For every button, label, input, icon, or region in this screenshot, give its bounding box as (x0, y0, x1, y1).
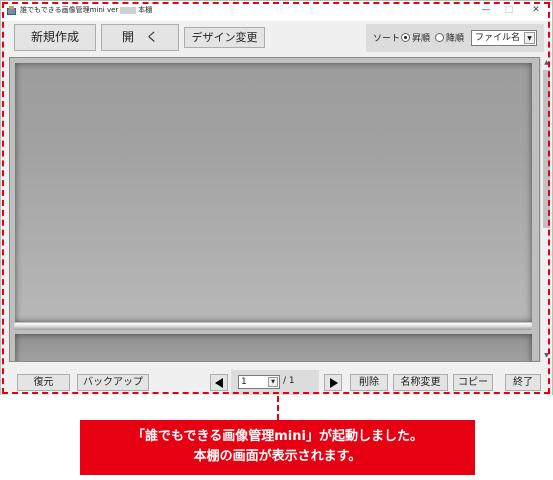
callout-box: 「誰でもできる画像管理mini」が起動しました。 本棚の画面が表示されます。 (80, 420, 475, 475)
sort-field-select[interactable]: ファイル名 ▼ (471, 30, 537, 46)
app-icon (7, 6, 16, 15)
open-button[interactable]: 開 く (101, 24, 179, 51)
app-window: 誰でもできる画像管理mini ver 本棚 — □ ✕ 新規作成 開 く デザイン… (0, 0, 553, 395)
restore-button[interactable]: 復元 (17, 374, 70, 391)
scroll-thumb[interactable] (543, 70, 550, 228)
backup-button[interactable]: バックアップ (77, 374, 149, 391)
page-select-value: 1 (241, 377, 247, 387)
window-title-text: 誰でもできる画像管理mini ver (20, 6, 119, 14)
exit-button[interactable]: 終了 (505, 374, 541, 391)
callout-line-1: 「誰でもできる画像管理mini」が起動しました。 (132, 429, 423, 444)
shelf-lower-compartment (15, 334, 532, 361)
version-mask (120, 6, 137, 14)
next-page-button[interactable] (324, 374, 342, 391)
close-button[interactable]: ✕ (527, 3, 545, 18)
sort-ascending-label[interactable]: 昇順 (412, 31, 430, 44)
rename-button[interactable]: 名称変更 (393, 374, 448, 391)
title-bar: 誰でもできる画像管理mini ver 本棚 — □ ✕ (1, 1, 552, 21)
callout-line-2: 本棚の画面が表示されます。 (193, 449, 362, 464)
scroll-up-icon[interactable]: ▲ (541, 57, 552, 69)
triangle-right-icon (330, 378, 338, 388)
sort-descending-radio[interactable] (435, 33, 444, 42)
scroll-down-icon[interactable]: ▼ (541, 350, 552, 362)
bookshelf-view[interactable] (9, 57, 540, 362)
chevron-down-icon[interactable]: ▼ (524, 32, 535, 44)
window-title: 誰でもできる画像管理mini ver 本棚 (20, 5, 152, 15)
sort-panel: ソート 昇順 降順 ファイル名 ▼ (366, 24, 544, 52)
delete-button[interactable]: 削除 (350, 374, 388, 391)
bottom-bar: 復元 バックアップ 1 ▼ / 1 削除 名称変更 コピー 終了 (1, 365, 552, 395)
shelf-upper-compartment (15, 63, 532, 322)
new-button[interactable]: 新規作成 (14, 24, 96, 51)
shelf-board (14, 323, 532, 330)
triangle-left-icon (215, 378, 223, 388)
sort-field-value: ファイル名 (475, 33, 521, 43)
sort-ascending-radio[interactable] (401, 33, 410, 42)
prev-page-button[interactable] (210, 374, 228, 391)
minimize-button[interactable]: — (477, 3, 495, 18)
page-select[interactable]: 1 ▼ (238, 375, 280, 389)
maximize-button[interactable]: □ (500, 3, 518, 18)
sort-label: ソート (373, 34, 401, 44)
sort-descending-label[interactable]: 降順 (446, 31, 464, 44)
copy-button[interactable]: コピー (453, 374, 493, 391)
page-selector: 1 ▼ / 1 (231, 370, 319, 395)
vertical-scrollbar[interactable]: ▲ ▼ (540, 57, 552, 362)
window-title-suffix: 本棚 (138, 6, 153, 14)
callout-connector (277, 396, 279, 420)
page-total: / 1 (283, 376, 295, 386)
design-change-button[interactable]: デザイン変更 (184, 27, 265, 48)
chevron-down-icon[interactable]: ▼ (268, 377, 278, 387)
toolbar: 新規作成 開 く デザイン変更 ソート 昇順 降順 ファイル名 ▼ (1, 21, 552, 57)
